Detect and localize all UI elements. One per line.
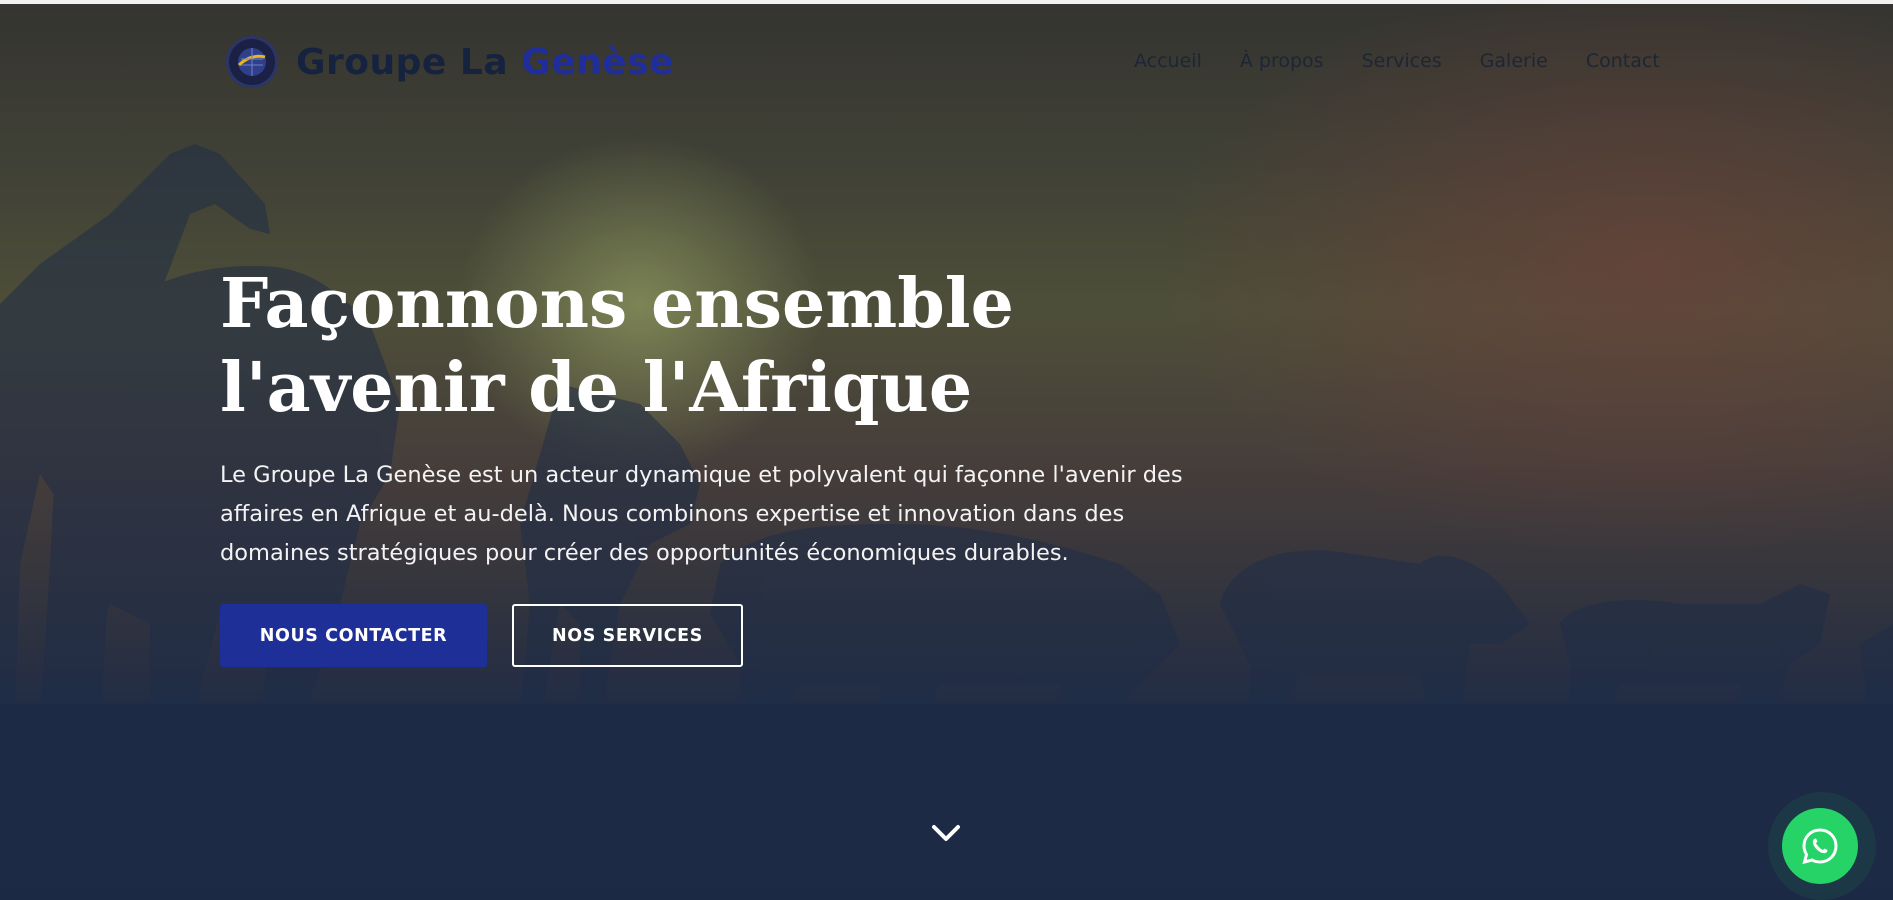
nav-item-accueil[interactable]: Accueil — [1134, 50, 1202, 72]
hero-description: Le Groupe La Genèse est un acteur dynami… — [220, 462, 1183, 566]
hero-actions: NOUS CONTACTER NOS SERVICES — [220, 604, 743, 667]
whatsapp-icon — [1802, 828, 1838, 865]
hero-content: Façonnons ensemble l'avenir de l'Afrique… — [220, 262, 1220, 573]
nav-item-services[interactable]: Services — [1362, 50, 1442, 72]
page: Groupe La Genèse Accueil À propos Servic… — [0, 0, 1893, 900]
nav-item-contact[interactable]: Contact — [1586, 50, 1660, 72]
site-header: Groupe La Genèse Accueil À propos Servic… — [0, 4, 1893, 114]
brand-main: Groupe La — [296, 41, 509, 83]
logo-link[interactable]: Groupe La Genèse — [226, 36, 674, 88]
whatsapp-badge — [1782, 808, 1858, 884]
whatsapp-button[interactable] — [1768, 792, 1876, 900]
nav-item-a-propos[interactable]: À propos — [1240, 50, 1324, 72]
nav-item-galerie[interactable]: Galerie — [1480, 50, 1548, 72]
services-button[interactable]: NOS SERVICES — [512, 604, 743, 667]
main-nav: Accueil À propos Services Galerie Contac… — [1134, 50, 1660, 72]
contact-button[interactable]: NOUS CONTACTER — [220, 604, 487, 667]
logo-emblem-icon — [226, 36, 278, 88]
chevron-down-icon[interactable] — [930, 820, 962, 846]
brand-accent: Genèse — [521, 41, 675, 83]
brand-name: Groupe La Genèse — [296, 42, 674, 83]
hero-title: Façonnons ensemble l'avenir de l'Afrique — [220, 264, 1014, 428]
